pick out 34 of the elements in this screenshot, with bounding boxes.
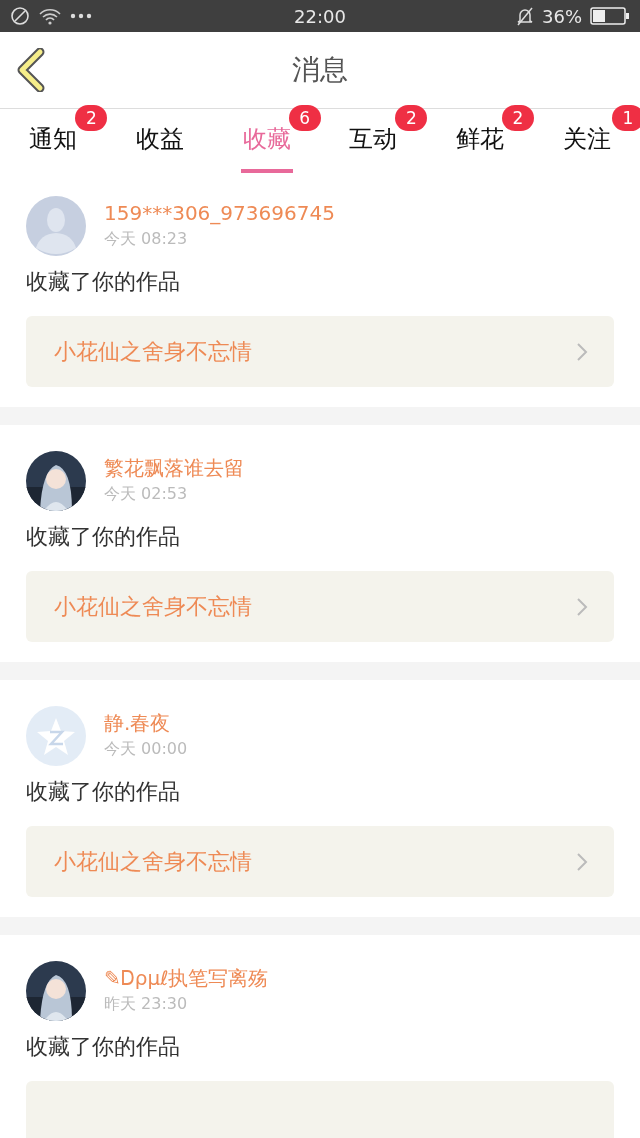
chevron-right-icon — [576, 596, 588, 617]
page-title: 消息 — [292, 52, 348, 88]
message-text: 收藏了你的作品 — [26, 523, 181, 551]
chevron-right-icon — [576, 851, 588, 872]
user-name[interactable]: 159***306_973696745 — [104, 200, 335, 226]
user-name[interactable]: 静.春夜 — [104, 710, 188, 736]
message-text: 收藏了你的作品 — [26, 1033, 181, 1061]
no-sim-icon — [10, 6, 30, 26]
chevron-right-icon — [576, 341, 588, 362]
work-link[interactable]: 小花仙之舍身不忘情 — [26, 571, 614, 642]
count-badge: 1 — [612, 105, 640, 131]
clock: 22:00 — [294, 5, 346, 27]
tab[interactable]: 收益 — [134, 111, 186, 173]
count-badge: 6 — [288, 105, 321, 131]
wifi-icon — [38, 6, 62, 26]
count-badge: 2 — [502, 105, 534, 131]
message-time: 今天 00:00 — [104, 738, 188, 760]
count-badge: 2 — [395, 105, 428, 131]
user-name[interactable]: ✎Ꭰρμℓ执笔写离殇 — [104, 965, 269, 991]
work-link[interactable]: 小花仙之舍身不忘情 — [26, 316, 614, 387]
message-time: 今天 08:23 — [104, 228, 189, 250]
count-badge: 2 — [75, 105, 108, 131]
more-icon — [70, 13, 92, 19]
avatar-icon — [26, 196, 86, 256]
battery-percent: 36% — [542, 5, 582, 27]
user-name[interactable]: 繁花飘落谁去留 — [104, 455, 244, 481]
message-text: 收藏了你的作品 — [26, 778, 181, 806]
message-text: 收藏了你的作品 — [26, 268, 181, 296]
bell-muted-icon — [516, 6, 534, 26]
message-time: 今天 02:53 — [104, 483, 189, 505]
tab[interactable]: 关注 — [560, 111, 613, 173]
message-time: 昨天 23:30 — [104, 993, 189, 1015]
battery-icon — [590, 7, 630, 25]
work-link[interactable]: 小花仙之舍身不忘情 — [26, 826, 614, 897]
